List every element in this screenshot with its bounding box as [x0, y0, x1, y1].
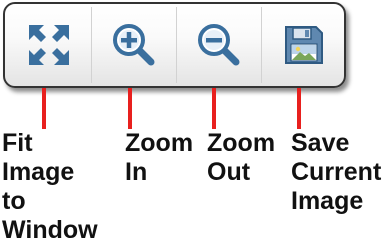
- zoom-in-label: Zoom In: [125, 129, 194, 186]
- zoom-out-label: Zoom Out: [207, 129, 276, 186]
- toolbar-annotation-diagram: Fit Image to Window Zoom In Zoom Out Sav…: [0, 0, 391, 247]
- fit-to-window-leader-line: [42, 88, 46, 129]
- fit-to-window-label: Fit Image to Window: [2, 129, 98, 244]
- zoom-out-button[interactable]: [177, 4, 261, 86]
- image-viewer-toolbar: [3, 2, 346, 88]
- zoom-in-icon: [113, 24, 155, 66]
- zoom-out-icon: [198, 24, 240, 66]
- zoom-in-button[interactable]: [92, 4, 176, 86]
- zoom-in-leader-line: [128, 88, 132, 129]
- zoom-out-leader-line: [212, 88, 216, 129]
- fit-to-window-icon: [29, 25, 69, 65]
- save-current-image-label: Save Current Image: [291, 129, 382, 215]
- save-image-icon: [285, 26, 323, 64]
- save-image-button[interactable]: [262, 4, 346, 86]
- fit-to-window-button[interactable]: [7, 4, 91, 86]
- save-image-leader-line: [297, 88, 301, 129]
